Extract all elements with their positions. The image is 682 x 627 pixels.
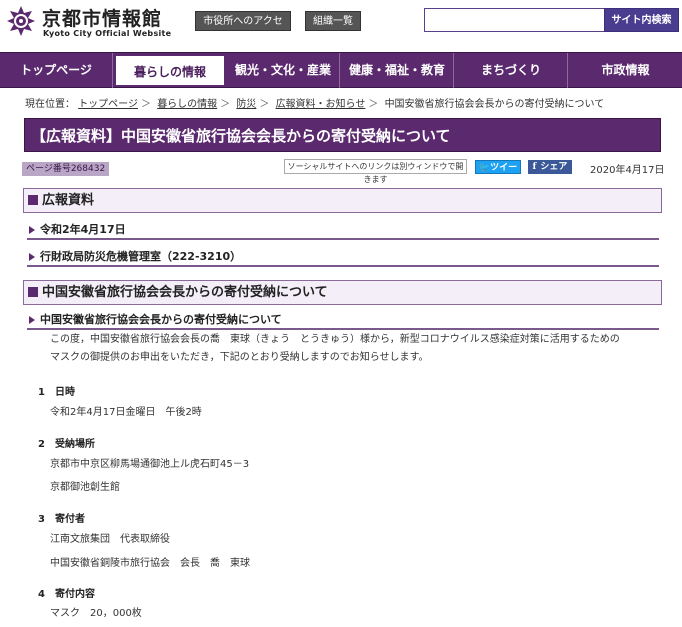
item-line-venue-address: 京都市中京区柳馬場通御池上ル虎石町45－3 bbox=[50, 459, 250, 470]
page-number-badge: ページ番号268432 bbox=[22, 162, 110, 176]
global-nav: トップページ 暮らしの情報 観光・文化・産業 健康・福祉・教育 まちづくり 市政… bbox=[0, 52, 682, 88]
item-line-donor-1: 江南文旅集団 代表取締役 bbox=[50, 534, 170, 545]
site-logo-subtitle: Kyoto City Official Website bbox=[43, 29, 172, 38]
site-header: 京都市情報館 Kyoto City Official Website 市役所への… bbox=[0, 0, 682, 48]
item-line-contents: マスク 20，000枚 bbox=[50, 608, 142, 619]
nav-item-tourism[interactable]: 観光・文化・産業 bbox=[227, 53, 340, 88]
publish-date: 2020年4月17日 bbox=[590, 165, 665, 176]
donation-intro: この度，中国安徽省旅行協会会長の喬 東球（きょう とうきゅう）様から，新型コロナ… bbox=[50, 331, 670, 367]
press-department: 行財政局防災危機管理室（222-3210） bbox=[27, 248, 659, 267]
nav-item-health[interactable]: 健康・福祉・教育 bbox=[341, 53, 454, 88]
breadcrumb-link-top[interactable]: トップページ bbox=[78, 99, 138, 110]
nav-item-top[interactable]: トップページ bbox=[0, 53, 113, 88]
item-heading-donor: 3 寄付者 bbox=[38, 514, 85, 525]
donation-subheading: 中国安徽省旅行協会会長からの寄付受納について bbox=[27, 311, 659, 330]
access-button[interactable]: 市役所へのアクセス bbox=[195, 11, 291, 47]
page-title: 【広報資料】中国安徽省旅行協会会長からの寄付受納について bbox=[24, 118, 661, 152]
nav-item-town[interactable]: まちづくり bbox=[455, 53, 568, 88]
social-link-note: ソーシャルサイトへのリンクは別ウィンドウで開きます bbox=[284, 159, 467, 184]
org-list-button[interactable]: 組織一覧 bbox=[305, 11, 361, 31]
breadcrumb-separator: ＞ bbox=[220, 99, 231, 110]
intro-line-2: マスクの御提供のお申出をいただき，下記のとおり受納しますのでお知らせします。 bbox=[50, 352, 429, 363]
item-line-donor-2: 中国安徽省銅陵市旅行協会 会長 喬 東球 bbox=[50, 558, 250, 569]
nav-item-city-info[interactable]: 市政情報 bbox=[569, 53, 682, 88]
twitter-bird-icon: 🐦 bbox=[478, 163, 491, 173]
press-date: 令和2年4月17日 bbox=[27, 221, 659, 240]
tweet-label: ツイート bbox=[490, 163, 518, 187]
breadcrumb-link-press[interactable]: 広報資料・お知らせ bbox=[276, 99, 366, 110]
facebook-share-button[interactable]: f シェア bbox=[528, 160, 572, 174]
breadcrumb: 現在位置： トップページ＞ 暮らしの情報＞ 防災＞ 広報資料・お知らせ＞ 中国安… bbox=[25, 95, 604, 110]
nav-item-living[interactable]: 暮らしの情報 bbox=[114, 54, 226, 87]
breadcrumb-separator: ＞ bbox=[259, 99, 270, 110]
breadcrumb-prefix: 現在位置： bbox=[25, 99, 75, 110]
kyoto-city-emblem-icon[interactable] bbox=[6, 5, 36, 37]
breadcrumb-separator: ＞ bbox=[368, 99, 379, 110]
section-heading-press: 広報資料 bbox=[23, 188, 662, 213]
intro-line-1: この度，中国安徽省旅行協会会長の喬 東球（きょう とうきゅう）様から，新型コロナ… bbox=[50, 334, 620, 345]
facebook-f-icon: f bbox=[532, 162, 537, 172]
section-heading-donation: 中国安徽省旅行協会会長からの寄付受納について bbox=[23, 280, 662, 305]
site-search-button[interactable]: サイト内検索 bbox=[604, 8, 679, 32]
item-heading-datetime: 1 日時 bbox=[38, 387, 75, 398]
site-logo-title[interactable]: 京都市情報館 bbox=[42, 4, 162, 31]
item-line-venue-name: 京都御池創生館 bbox=[50, 482, 120, 493]
share-label: シェア bbox=[540, 162, 568, 172]
breadcrumb-separator: ＞ bbox=[141, 99, 151, 110]
item-heading-venue: 2 受納場所 bbox=[38, 439, 95, 450]
tweet-button[interactable]: 🐦ツイート bbox=[475, 160, 521, 187]
breadcrumb-link-living[interactable]: 暮らしの情報 bbox=[157, 99, 217, 110]
item-line-datetime: 令和2年4月17日金曜日 午後2時 bbox=[50, 407, 202, 418]
breadcrumb-link-disaster[interactable]: 防災 bbox=[236, 99, 256, 110]
breadcrumb-current: 中国安徽省旅行協会会長からの寄付受納について bbox=[384, 99, 605, 110]
search-input[interactable] bbox=[424, 8, 606, 32]
item-heading-contents: 4 寄付内容 bbox=[38, 589, 95, 600]
